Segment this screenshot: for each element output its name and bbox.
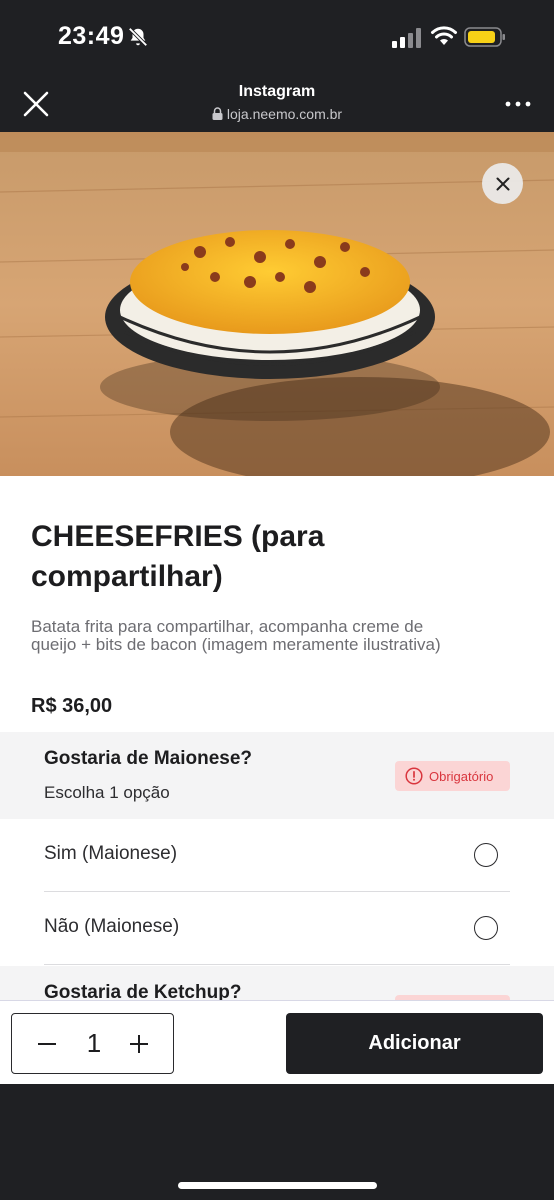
browser-url-text: loja.neemo.com.br	[226, 106, 343, 122]
in-app-browser-bar: Instagram loja.neemo.com.br	[0, 76, 554, 132]
option-group-title: Gostaria de Maionese?	[44, 748, 253, 769]
radio-button[interactable]	[474, 843, 498, 867]
more-icon[interactable]	[504, 100, 532, 108]
option-group-header: Gostaria de Maionese? Escolha 1 opção Ob…	[0, 732, 554, 819]
browser-url: loja.neemo.com.br	[0, 106, 554, 122]
option-label: Não (Maionese)	[44, 916, 180, 937]
lock-icon	[212, 107, 223, 120]
home-area	[0, 1084, 554, 1200]
home-indicator[interactable]	[178, 1182, 377, 1189]
status-time: 23:49	[58, 22, 125, 50]
status-bar: 23:49	[0, 0, 554, 76]
product-description: Batata frita para compartilhar, acompanh…	[31, 617, 441, 654]
required-badge-label: Obrigatório	[429, 768, 494, 784]
close-icon	[496, 177, 509, 190]
option-group-header: Gostaria de Ketchup?	[0, 966, 554, 1000]
close-product-button[interactable]	[482, 163, 523, 204]
wifi-icon	[431, 26, 457, 45]
browser-title: Instagram	[238, 83, 316, 100]
product-title: CHEESEFRIES (para compartilhar)	[31, 520, 325, 593]
bottom-action-bar: 1 Adicionar	[0, 1000, 554, 1084]
radio-button[interactable]	[474, 916, 498, 940]
option-row[interactable]: Sim (Maionese)	[44, 819, 510, 892]
signal-icon	[392, 28, 421, 48]
product-price: R$ 36,00	[31, 695, 113, 717]
quantity-stepper: 1	[11, 1013, 174, 1074]
quantity-value: 1	[86, 1028, 102, 1058]
plus-icon[interactable]	[128, 1033, 150, 1055]
battery-icon	[464, 27, 505, 47]
product-image	[0, 132, 554, 476]
required-badge: Obrigatório	[395, 761, 510, 791]
option-group-title: Gostaria de Ketchup?	[44, 982, 242, 1000]
add-to-cart-button[interactable]: Adicionar	[286, 1013, 543, 1074]
option-row[interactable]: Não (Maionese)	[44, 892, 510, 965]
minus-icon[interactable]	[36, 1033, 58, 1055]
alert-circle-icon	[405, 767, 423, 785]
option-label: Sim (Maionese)	[44, 843, 178, 864]
product-sheet: CHEESEFRIES (para compartilhar) Batata f…	[0, 132, 554, 1000]
bell-slash-icon	[128, 27, 148, 47]
option-group-subtitle: Escolha 1 opção	[44, 783, 170, 802]
